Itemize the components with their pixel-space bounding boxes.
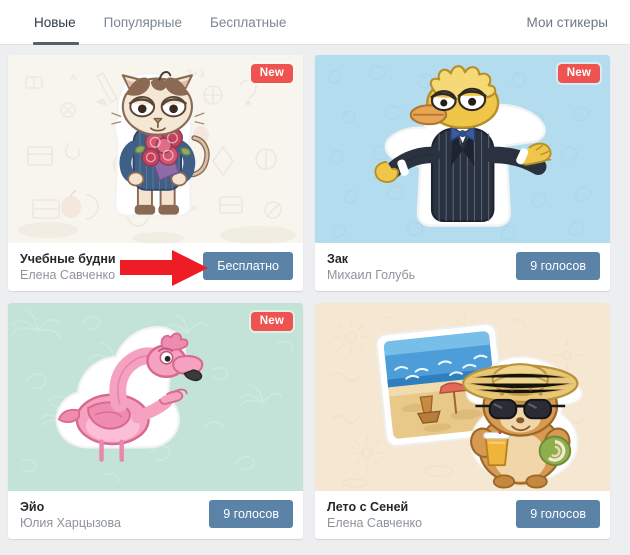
pack-author: Михаил Голубь	[327, 268, 416, 282]
sticker-pack-card[interactable]: New Эйо Юлия Харцызова 9 голосов	[8, 303, 303, 539]
sticker-pack-card[interactable]: Лето с Сеней Елена Савченко 9 голосов	[315, 303, 610, 539]
sticker-pack-card[interactable]: 2+3 A New Учебные будни Елена Савченко Б…	[8, 55, 303, 291]
tab-popular[interactable]: Популярные	[90, 0, 196, 45]
pack-author: Юлия Харцызова	[20, 516, 121, 530]
sticker-pack-preview[interactable]	[315, 303, 610, 491]
sticker-art-summer-hamster	[375, 323, 583, 489]
sticker-pack-preview[interactable]: New	[315, 55, 610, 243]
new-badge-label: New	[259, 67, 284, 79]
new-badge: New	[250, 312, 293, 331]
new-badge: New	[250, 64, 293, 83]
sticker-pack-card[interactable]: New Зак Михаил Голубь 9 голосов	[315, 55, 610, 291]
pack-meta: Лето с Сеней Елена Савченко	[327, 499, 422, 532]
sticker-store-page: Новые Популярные Бесплатные Мои стикеры	[0, 0, 630, 555]
card-footer: Зак Михаил Голубь 9 голосов	[315, 243, 610, 291]
pack-meta: Учебные будни Елена Савченко	[20, 251, 116, 284]
sticker-art-flamingo	[55, 326, 204, 462]
pack-title: Лето с Сеней	[327, 500, 409, 514]
sticker-pack-preview[interactable]: New	[8, 303, 303, 491]
pack-action-button[interactable]: 9 голосов	[516, 252, 600, 280]
tab-new[interactable]: Новые	[22, 0, 90, 45]
tab-new-label: Новые	[34, 15, 76, 30]
card-footer: Лето с Сеней Елена Савченко 9 голосов	[315, 491, 610, 539]
pack-action-button[interactable]: Бесплатно	[203, 252, 293, 280]
sticker-pack-preview[interactable]: 2+3 A New	[8, 55, 303, 243]
top-tab-bar: Новые Популярные Бесплатные Мои стикеры	[0, 0, 630, 45]
pack-action-button[interactable]: 9 голосов	[209, 500, 293, 528]
my-stickers-label: Мои стикеры	[526, 15, 608, 30]
pack-author: Елена Савченко	[20, 268, 116, 282]
pack-title: Зак	[327, 252, 349, 266]
pack-title: Эйо	[20, 500, 45, 514]
tab-free-label: Бесплатные	[209, 15, 287, 30]
sticker-art-duckman	[374, 65, 552, 227]
tab-popular-label: Популярные	[103, 15, 182, 30]
pack-action-button[interactable]: 9 голосов	[516, 500, 600, 528]
tab-list: Новые Популярные Бесплатные	[22, 0, 300, 45]
pack-meta: Эйо Юлия Харцызова	[20, 499, 121, 532]
card-footer: Эйо Юлия Харцызова 9 голосов	[8, 491, 303, 539]
sticker-art-schoolcat	[111, 71, 210, 217]
sticker-pack-grid: 2+3 A New Учебные будни Елена Савченко Б…	[8, 55, 622, 539]
pack-meta: Зак Михаил Голубь	[327, 251, 415, 284]
tab-free[interactable]: Бесплатные	[196, 0, 300, 45]
my-stickers-link[interactable]: Мои стикеры	[527, 0, 608, 45]
pack-title: Учебные будни	[20, 252, 116, 266]
card-footer: Учебные будни Елена Савченко Бесплатно	[8, 243, 303, 291]
new-badge-label: New	[566, 67, 591, 79]
new-badge-label: New	[259, 315, 284, 327]
new-badge: New	[557, 64, 600, 83]
pack-author: Елена Савченко	[327, 516, 423, 530]
